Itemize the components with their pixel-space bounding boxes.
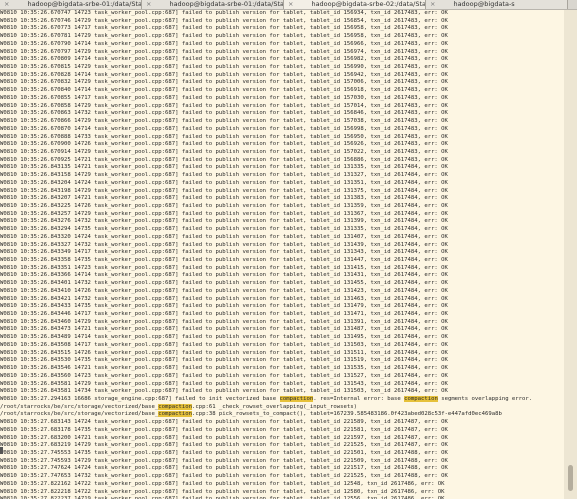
log-line: W0810 10:35:27.683143 14724 task_worker_… <box>0 419 448 426</box>
log-line: W0810 10:35:26.843225 14726 task_worker_… <box>0 202 448 209</box>
log-line: W0810 10:35:26.670925 14721 task_worker_… <box>0 156 448 163</box>
log-line: W0810 10:35:26.670781 14729 task_worker_… <box>0 33 448 40</box>
log-line: W0810 10:35:27.747653 14732 task_worker_… <box>0 473 448 480</box>
log-line: W0810 10:35:26.670797 14729 task_worker_… <box>0 48 448 55</box>
log-line: W0810 10:35:26.843581 14729 task_worker_… <box>0 380 448 387</box>
terminal-tab-1[interactable]: × hadoop@bigdata-srbe-01:/data/StarRocks/… <box>0 0 142 9</box>
log-line: W0810 10:35:26.843473 14721 task_worker_… <box>0 326 448 333</box>
log-line: W0810 10:35:26.843560 14723 task_worker_… <box>0 372 448 379</box>
log-line: W0810 10:35:26.670866 14729 task_worker_… <box>0 118 448 125</box>
log-line: W0810 10:35:26.843489 14714 task_worker_… <box>0 334 448 341</box>
log-line: W0810 10:35:26.670900 14726 task_worker_… <box>0 141 448 148</box>
log-line: W0810 10:35:26.670773 14717 task_worker_… <box>0 25 448 32</box>
log-line: W0810 10:35:26.843581 14734 task_worker_… <box>0 388 448 395</box>
log-line: W0810 10:35:26.843421 14732 task_worker_… <box>0 295 448 302</box>
log-line: W0810 10:35:26.670863 14732 task_worker_… <box>0 110 448 117</box>
log-line: W0810 10:35:26.670790 14714 task_worker_… <box>0 40 448 47</box>
search-highlight: compaction <box>279 395 314 402</box>
log-line: W0810 10:35:26.670828 14714 task_worker_… <box>0 71 448 78</box>
log-line: W0810 10:35:26.670870 14714 task_worker_… <box>0 125 448 132</box>
log-line: W0810 10:35:26.843349 14717 task_worker_… <box>0 249 448 256</box>
log-line: W0810 10:35:26.843351 14723 task_worker_… <box>0 264 448 271</box>
terminal-tab-3[interactable]: × hadoop@bigdata-srbe-02:/data/StarRocks/… <box>284 0 426 9</box>
log-line: W0810 10:35:27.822218 14722 task_worker_… <box>0 488 445 495</box>
search-highlight: compaction <box>158 403 192 410</box>
log-line: W0810 10:35:26.843158 14729 task_worker_… <box>0 172 448 179</box>
log-line: W0810 10:35:26.670858 14729 task_worker_… <box>0 102 448 109</box>
log-line: W0810 10:35:27.747624 14724 task_worker_… <box>0 465 448 472</box>
log-line: W0810 10:35:27.683200 14721 task_worker_… <box>0 434 448 441</box>
log-line: W0810 10:35:26.843207 14721 task_worker_… <box>0 195 448 202</box>
log-line: W0810 10:35:26.843446 14717 task_worker_… <box>0 311 448 318</box>
log-line: W0810 10:35:26.843401 14732 task_worker_… <box>0 280 448 287</box>
log-line: W0810 10:35:26.843320 14724 task_worker_… <box>0 233 448 240</box>
terminal-tab-2[interactable]: × hadoop@bigdata-srbe-01:/data/StarRocks/… <box>142 0 284 9</box>
log-line: W0810 10:35:27.745593 14729 task_worker_… <box>0 457 448 464</box>
log-line: W0810 10:35:27.822162 14722 task_worker_… <box>0 480 445 487</box>
tab-label: hadoop@bigdata-s <box>453 0 515 8</box>
tab-label: hadoop@bigdata-srbe-01:/data/StarRocks/b… <box>169 0 284 8</box>
log-line: W0810 10:35:26.843358 14735 task_worker_… <box>0 257 448 263</box>
log-line: W0810 10:35:26.843366 14714 task_worker_… <box>0 272 448 279</box>
tab-label: hadoop@bigdata-srbe-02:/data/StarRocks/b… <box>311 0 426 8</box>
close-icon[interactable]: × <box>4 0 9 8</box>
log-line: W0810 10:35:26.670840 14714 task_worker_… <box>0 87 448 94</box>
text-cursor <box>0 447 3 454</box>
log-line: W0810 10:35:26.843327 14732 task_worker_… <box>0 241 448 248</box>
vertical-scrollbar[interactable] <box>564 10 577 499</box>
log-line: W0810 10:35:26.843546 14721 task_worker_… <box>0 365 448 372</box>
log-line: W0810 10:35:26.843204 14724 task_worker_… <box>0 179 448 186</box>
log-line: W0810 10:35:27.745553 14735 task_worker_… <box>0 449 448 456</box>
log-line: W0810 10:35:26.843433 14735 task_worker_… <box>0 303 448 310</box>
log-line: W0810 10:35:26.670855 14717 task_worker_… <box>0 94 448 101</box>
log-line: W0810 10:35:26.670746 14729 task_worker_… <box>0 17 448 24</box>
log-line: W0810 10:35:26.670832 14729 task_worker_… <box>0 79 448 86</box>
log-line: W0810 10:35:26.670747 14723 task_worker_… <box>0 10 448 16</box>
terminal-tab-bar: × hadoop@bigdata-srbe-01:/data/StarRocks/… <box>0 0 577 10</box>
log-line: /root/starrocks/be/src/storage/vectorize… <box>0 411 502 418</box>
scrollbar-thumb[interactable] <box>568 465 573 491</box>
log-line: /root/starrocks/be/src/storage/vectorize… <box>0 403 358 410</box>
log-line: W0810 10:35:27.294163 16686 storage_engi… <box>0 395 533 402</box>
log-line: W0810 10:35:26.670815 14729 task_worker_… <box>0 64 448 71</box>
log-line: W0810 10:35:27.683219 14729 task_worker_… <box>0 442 448 449</box>
close-icon[interactable]: × <box>288 0 293 8</box>
close-icon[interactable]: × <box>430 0 435 8</box>
terminal-output[interactable]: W0810 10:35:26.670747 14723 task_worker_… <box>0 10 564 499</box>
tab-label: hadoop@bigdata-srbe-01:/data/StarRocks/b… <box>27 0 142 8</box>
log-line: W0810 10:35:26.843294 14735 task_worker_… <box>0 226 448 233</box>
log-line: W0810 10:35:26.670809 14714 task_worker_… <box>0 56 448 63</box>
search-highlight: compaction <box>404 395 438 402</box>
log-line: W0810 10:35:26.670914 14729 task_worker_… <box>0 148 448 155</box>
log-line: W0810 10:35:26.843530 14735 task_worker_… <box>0 357 448 364</box>
log-line: W0810 10:35:26.843135 14721 task_worker_… <box>0 164 448 171</box>
search-highlight: compaction <box>158 411 192 418</box>
log-line: W0810 10:35:26.843515 14726 task_worker_… <box>0 349 448 356</box>
log-line: W0810 10:35:26.843460 14729 task_worker_… <box>0 318 448 325</box>
close-icon[interactable]: × <box>146 0 151 8</box>
log-line: W0810 10:35:26.843410 14726 task_worker_… <box>0 287 448 294</box>
log-line: W0810 10:35:26.843276 14732 task_worker_… <box>0 218 448 225</box>
terminal-tab-4[interactable]: × hadoop@bigdata-s <box>426 0 568 9</box>
log-line: W0810 10:35:26.843257 14729 task_worker_… <box>0 210 448 217</box>
log-line: W0810 10:35:26.843508 14717 task_worker_… <box>0 341 448 348</box>
log-line: W0810 10:35:26.843198 14729 task_worker_… <box>0 187 448 194</box>
log-line: W0810 10:35:26.670888 14733 task_worker_… <box>0 133 448 140</box>
log-line: W0810 10:35:27.683178 14735 task_worker_… <box>0 426 448 433</box>
